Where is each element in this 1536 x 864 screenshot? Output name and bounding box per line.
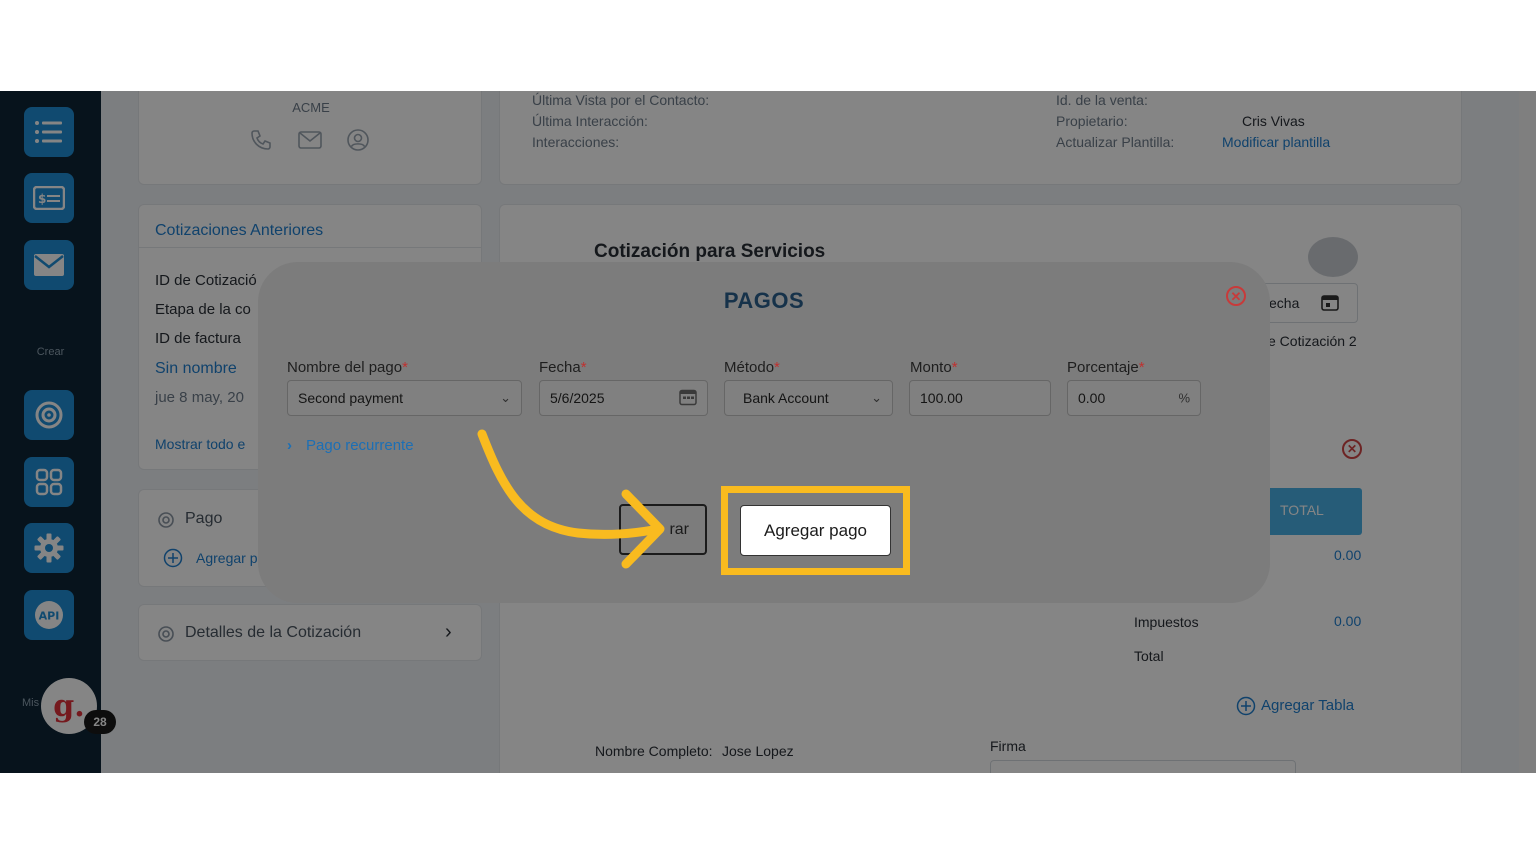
method-value: Bank Account bbox=[743, 390, 829, 406]
percent-input[interactable]: 0.00 % bbox=[1067, 380, 1201, 416]
payment-name-label-text: Nombre del pago bbox=[287, 359, 403, 376]
percent-label: Porcentaje* bbox=[1067, 359, 1145, 376]
recurring-label: Pago recurrente bbox=[306, 437, 414, 454]
chevron-down-icon: ⌄ bbox=[500, 390, 511, 405]
date-label-text: Fecha bbox=[539, 359, 581, 376]
chevron-right-icon: › bbox=[287, 437, 292, 454]
date-label: Fecha* bbox=[539, 359, 587, 376]
payment-name-select[interactable]: Second payment ⌄ bbox=[287, 380, 522, 416]
recurring-toggle[interactable]: › Pago recurrente bbox=[287, 437, 414, 454]
calendar-icon[interactable] bbox=[679, 388, 697, 409]
close-icon[interactable]: ✕ bbox=[1226, 286, 1246, 306]
percent-symbol: % bbox=[1178, 390, 1190, 406]
method-label-text: Método bbox=[724, 359, 775, 376]
modal-title: PAGOS bbox=[723, 288, 805, 313]
percent-value: 0.00 bbox=[1078, 390, 1106, 406]
method-label: Método* bbox=[724, 359, 780, 376]
amount-label: Monto* bbox=[910, 359, 958, 376]
method-select[interactable]: Bank Account ⌄ bbox=[724, 380, 893, 416]
date-input[interactable]: 5/6/2025 bbox=[539, 380, 708, 416]
payment-name-label: Nombre del pago* bbox=[287, 359, 408, 376]
add-payment-button[interactable]: Agregar pago bbox=[740, 505, 891, 556]
amount-label-text: Monto bbox=[910, 359, 952, 376]
payment-name-value: Second payment bbox=[298, 390, 404, 406]
amount-value: 100.00 bbox=[920, 390, 963, 406]
date-value: 5/6/2025 bbox=[550, 390, 605, 406]
amount-input[interactable]: 100.00 bbox=[909, 380, 1051, 416]
tutorial-arrow-icon bbox=[477, 429, 665, 569]
chevron-down-icon: ⌄ bbox=[871, 390, 882, 405]
app-frame: $ Crear API Mis g. 28 ACME Última Vista … bbox=[0, 91, 1536, 773]
percent-label-text: Porcentaje bbox=[1067, 359, 1139, 376]
